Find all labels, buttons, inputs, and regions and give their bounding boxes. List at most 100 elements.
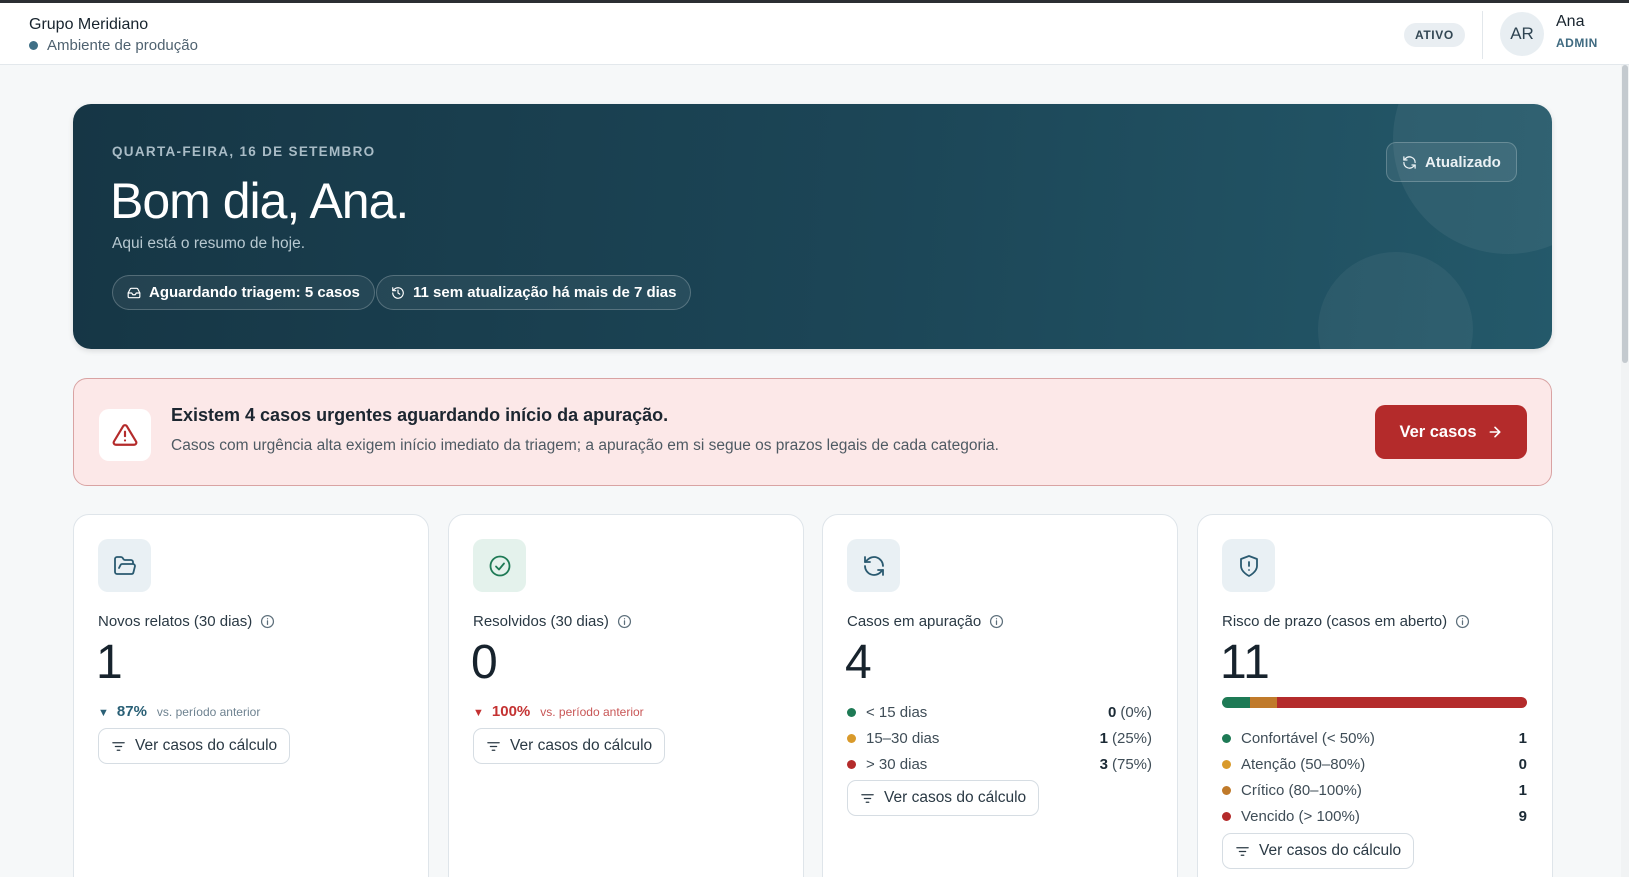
card-value: 4: [845, 636, 872, 689]
filter-lines-icon: [1236, 846, 1249, 856]
card-title-label: Resolvidos (30 dias): [473, 613, 609, 630]
card-title-label: Risco de prazo (casos em aberto): [1222, 613, 1448, 630]
risk-row: Vencido (> 100%) 9: [1222, 805, 1527, 827]
age-count: 1: [1099, 729, 1108, 747]
org-name[interactable]: Grupo Meridiano: [29, 16, 148, 34]
info-icon[interactable]: [260, 614, 275, 629]
alert-icon-container: [99, 409, 151, 461]
age-row: > 30 dias 3 (75%): [847, 753, 1152, 775]
view-calc-cases-button[interactable]: Ver casos do cálculo: [1222, 833, 1415, 869]
risk-bar-segment: [1222, 697, 1250, 708]
filter-lines-icon: [861, 793, 874, 803]
card-title-label: Novos relatos (30 dias): [98, 613, 253, 630]
age-label: > 30 dias: [866, 755, 928, 773]
urgent-cases-alert: Existem 4 casos urgentes aguardando iníc…: [73, 378, 1552, 486]
legend-dot-amber: [847, 733, 856, 743]
filter-lines-icon: [487, 741, 500, 751]
risk-count: 1: [1518, 729, 1527, 747]
alert-description: Casos com urgência alta exigem início im…: [171, 437, 999, 454]
welcome-banner: QUARTA-FEIRA, 16 DE SETEMBRO Bom dia, An…: [73, 104, 1552, 349]
user-role: ADMIN: [1556, 36, 1598, 50]
refresh-cycle-icon: [863, 555, 884, 576]
trend-down-icon: ▼: [98, 707, 109, 719]
trend-percent: 100%: [491, 703, 531, 720]
risk-row: Atenção (50–80%) 0: [1222, 753, 1527, 775]
risk-label: Confortável (< 50%): [1241, 729, 1375, 747]
card-title: Risco de prazo (casos em aberto): [1222, 613, 1470, 630]
view-calc-cases-button[interactable]: Ver casos do cálculo: [847, 780, 1040, 816]
view-cases-label: Ver casos: [1399, 422, 1477, 441]
info-icon[interactable]: [617, 614, 632, 629]
view-cases-button[interactable]: Ver casos: [1375, 405, 1527, 459]
user-name[interactable]: Ana: [1556, 13, 1584, 31]
warning-triangle-icon: [112, 424, 138, 446]
refresh-icon: [1403, 155, 1416, 169]
stale-cases-chip[interactable]: 11 sem atualização há mais de 7 dias: [376, 275, 692, 310]
age-count: 0: [1107, 703, 1117, 721]
age-percent: (0%): [1120, 703, 1152, 721]
greeting-subtitle: Aqui está o resumo de hoje.: [112, 235, 306, 252]
greeting-title: Bom dia, Ana.: [110, 173, 409, 229]
filter-lines-icon: [112, 741, 125, 751]
decorative-circle: [1318, 252, 1473, 349]
view-calc-cases-label: Ver casos do cálculo: [1259, 842, 1402, 859]
risk-bar-segment: [1277, 697, 1527, 708]
card-title: Novos relatos (30 dias): [98, 613, 275, 630]
info-icon[interactable]: [1455, 614, 1470, 629]
card-icon-container: [473, 539, 526, 592]
view-calc-cases-button[interactable]: Ver casos do cálculo: [473, 728, 666, 764]
awaiting-triage-chip[interactable]: Aguardando triagem: 5 casos: [112, 275, 375, 310]
top-bar: Grupo Meridiano Ambiente de produção ATI…: [0, 3, 1629, 65]
age-count: 3: [1099, 755, 1108, 773]
legend-dot-green: [847, 707, 856, 717]
risk-bar-segment: [1249, 697, 1278, 708]
environment-dot-icon: [29, 41, 38, 50]
stale-cases-label: 11 sem atualização há mais de 7 dias: [413, 284, 677, 301]
risk-label: Atenção (50–80%): [1241, 755, 1366, 773]
refresh-button[interactable]: Atualizado: [1386, 142, 1517, 182]
header-divider: [1482, 11, 1483, 59]
avatar[interactable]: AR: [1500, 12, 1544, 56]
card-title: Casos em apuração: [847, 613, 1004, 630]
age-row: 15–30 dias 1 (25%): [847, 727, 1152, 749]
age-label: 15–30 dias: [866, 729, 940, 747]
card-icon-container: [847, 539, 900, 592]
view-calc-cases-label: Ver casos do cálculo: [135, 737, 278, 754]
environment-indicator: Ambiente de produção: [29, 37, 198, 54]
status-badge: ATIVO: [1404, 23, 1465, 47]
view-calc-cases-label: Ver casos do cálculo: [510, 737, 653, 754]
card-title-label: Casos em apuração: [847, 613, 982, 630]
card-value: 11: [1220, 636, 1270, 689]
age-row: < 15 dias 0 (0%): [847, 701, 1152, 723]
legend-dot-red: [1222, 811, 1231, 821]
arrow-right-icon: [1489, 426, 1500, 438]
trend-indicator: ▼ 87% vs. período anterior: [98, 703, 260, 720]
awaiting-triage-label: Aguardando triagem: 5 casos: [149, 284, 360, 301]
environment-label: Ambiente de produção: [47, 37, 198, 54]
history-icon: [392, 286, 404, 299]
shield-alert-icon: [1239, 554, 1258, 577]
age-label: < 15 dias: [866, 703, 928, 721]
refresh-label: Atualizado: [1425, 153, 1501, 171]
card-title: Resolvidos (30 dias): [473, 613, 632, 630]
risk-row: Confortável (< 50%) 1: [1222, 727, 1527, 749]
info-icon[interactable]: [989, 614, 1004, 629]
resolved-card: Resolvidos (30 dias) 0 ▼ 100% vs. períod…: [448, 514, 804, 877]
risk-label: Crítico (80–100%): [1241, 781, 1362, 799]
deadline-risk-card: Risco de prazo (casos em aberto) 11 Conf…: [1197, 514, 1553, 877]
card-value: 0: [471, 636, 498, 689]
view-calc-cases-button[interactable]: Ver casos do cálculo: [98, 728, 291, 764]
trend-down-icon: ▼: [473, 707, 484, 719]
new-reports-card: Novos relatos (30 dias) 1 ▼ 87% vs. perí…: [73, 514, 429, 877]
legend-dot-red: [847, 759, 856, 769]
risk-count: 1: [1518, 781, 1527, 799]
card-icon-container: [1222, 539, 1275, 592]
inbox-icon: [127, 287, 141, 298]
alert-title: Existem 4 casos urgentes aguardando iníc…: [171, 405, 669, 425]
current-date: QUARTA-FEIRA, 16 DE SETEMBRO: [112, 144, 376, 159]
risk-distribution-bar: [1222, 697, 1527, 708]
trend-indicator: ▼ 100% vs. período anterior: [473, 703, 644, 720]
card-icon-container: [98, 539, 151, 592]
page-scrollbar-thumb[interactable]: [1622, 65, 1628, 363]
trend-comparison: vs. período anterior: [156, 705, 261, 719]
